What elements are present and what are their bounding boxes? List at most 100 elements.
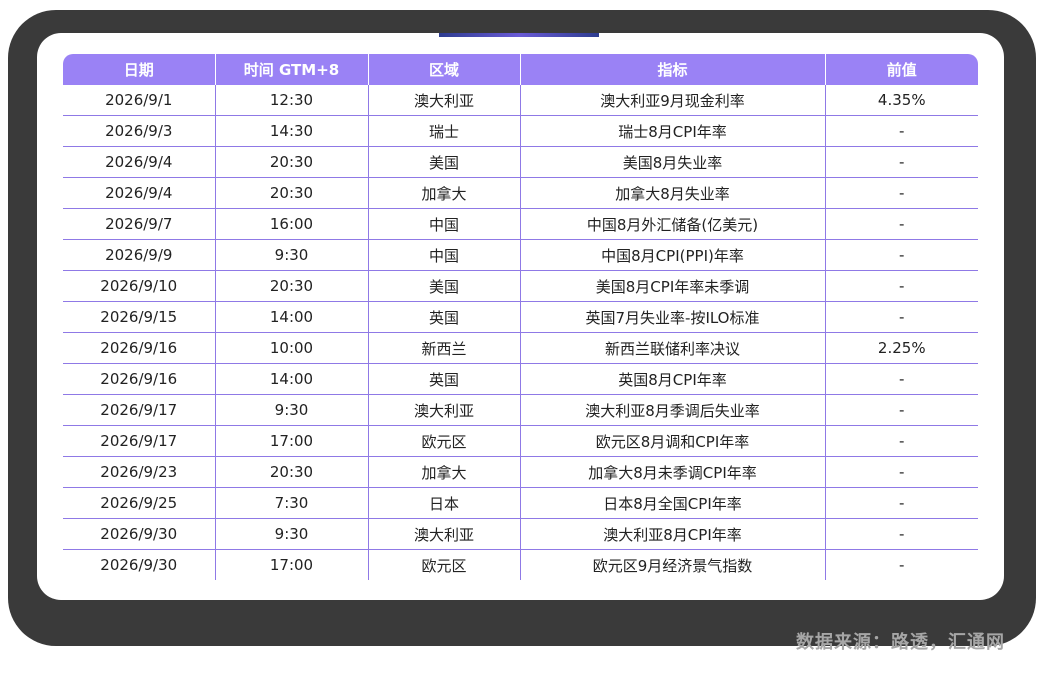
cell-time: 12:30: [214, 85, 368, 116]
cell-region: 中国: [367, 239, 520, 271]
cell-time: 9:30: [214, 394, 368, 426]
cell-previous: -: [824, 208, 978, 240]
cell-region: 欧元区: [367, 549, 520, 580]
table-body: 2026/9/1 12:30 澳大利亚 澳大利亚9月现金利率 4.35% 2026/9/3…: [63, 85, 978, 580]
cell-time: 20:30: [214, 177, 368, 209]
cell-region: 英国: [367, 301, 520, 333]
column-header-date: 日期: [63, 54, 215, 85]
cell-date: 2026/9/16: [63, 363, 215, 395]
table-row: 2026/9/7 16:00 中国 中国8月外汇储备(亿美元) -: [63, 208, 978, 240]
cell-date: 2026/9/3: [63, 115, 215, 147]
cell-indicator: 日本8月全国CPI年率: [519, 487, 825, 519]
cell-region: 中国: [367, 208, 520, 240]
table-row: 2026/9/1 12:30 澳大利亚 澳大利亚9月现金利率 4.35%: [63, 85, 978, 116]
cell-region: 英国: [367, 363, 520, 395]
cell-region: 澳大利亚: [367, 518, 520, 550]
cell-date: 2026/9/7: [63, 208, 215, 240]
table-row: 2026/9/3 14:30 瑞士 瑞士8月CPI年率 -: [63, 115, 978, 147]
cell-time: 14:00: [214, 301, 368, 333]
cell-region: 日本: [367, 487, 520, 519]
cell-previous: -: [824, 425, 978, 457]
cell-region: 新西兰: [367, 332, 520, 364]
cell-region: 瑞士: [367, 115, 520, 147]
cell-region: 美国: [367, 146, 520, 178]
cell-region: 澳大利亚: [367, 85, 520, 116]
cell-region: 欧元区: [367, 425, 520, 457]
column-header-time: 时间 GTM+8: [214, 54, 368, 85]
cell-time: 20:30: [214, 456, 368, 488]
cell-date: 2026/9/23: [63, 456, 215, 488]
cell-time: 7:30: [214, 487, 368, 519]
economic-calendar-table: 日期 时间 GTM+8 区域 指标 前值 2026/9/1 12:30 澳大利亚 澳大…: [63, 54, 978, 580]
cell-previous: 4.35%: [824, 85, 978, 116]
cell-time: 9:30: [214, 518, 368, 550]
cell-date: 2026/9/30: [63, 518, 215, 550]
cell-indicator: 澳大利亚8月季调后失业率: [519, 394, 825, 426]
cell-time: 17:00: [214, 425, 368, 457]
cell-region: 加拿大: [367, 456, 520, 488]
cell-date: 2026/9/4: [63, 177, 215, 209]
cell-indicator: 加拿大8月未季调CPI年率: [519, 456, 825, 488]
table-row: 2026/9/15 14:00 英国 英国7月失业率-按ILO标准 -: [63, 301, 978, 333]
cell-date: 2026/9/17: [63, 425, 215, 457]
cell-indicator: 英国8月CPI年率: [519, 363, 825, 395]
cell-date: 2026/9/10: [63, 270, 215, 302]
cell-time: 10:00: [214, 332, 368, 364]
cell-region: 澳大利亚: [367, 394, 520, 426]
cell-indicator: 中国8月CPI(PPI)年率: [519, 239, 825, 271]
cell-previous: -: [824, 177, 978, 209]
table-row: 2026/9/16 14:00 英国 英国8月CPI年率 -: [63, 363, 978, 395]
cell-indicator: 中国8月外汇储备(亿美元): [519, 208, 825, 240]
table-row: 2026/9/17 17:00 欧元区 欧元区8月调和CPI年率 -: [63, 425, 978, 457]
cell-previous: -: [824, 456, 978, 488]
cell-time: 9:30: [214, 239, 368, 271]
cell-date: 2026/9/30: [100, 556, 178, 574]
table-row: 2026/9/17 9:30 澳大利亚 澳大利亚8月季调后失业率 -: [63, 394, 978, 426]
table-row: 2026/9/23 20:30 加拿大 加拿大8月未季调CPI年率 -: [63, 456, 978, 488]
cell-indicator: 美国8月失业率: [519, 146, 825, 178]
cell-date: 2026/9/4: [63, 146, 215, 178]
column-header-indicator: 指标: [519, 54, 825, 85]
table-row: 2026/9/4 20:30 美国 美国8月失业率 -: [63, 146, 978, 178]
cell-region: 加拿大: [367, 177, 520, 209]
cell-time: 14:00: [214, 363, 368, 395]
cell-indicator: 澳大利亚9月现金利率: [519, 85, 825, 116]
cell-time: 14:30: [214, 115, 368, 147]
cell-indicator: 澳大利亚8月CPI年率: [519, 518, 825, 550]
cell-indicator: 新西兰联储利率决议: [519, 332, 825, 364]
cell-previous: -: [824, 115, 978, 147]
table-row: 2026/9/30 9:30 澳大利亚 澳大利亚8月CPI年率 -: [63, 518, 978, 550]
cell-indicator: 瑞士8月CPI年率: [519, 115, 825, 147]
cell-indicator: 欧元区8月调和CPI年率: [519, 425, 825, 457]
cell-previous: -: [824, 270, 978, 302]
cell-previous: -: [824, 363, 978, 395]
cell-time: 20:30: [214, 146, 368, 178]
cell-previous: 2.25%: [824, 332, 978, 364]
cell-date: 2026/9/9: [63, 239, 215, 271]
cell-previous: -: [824, 549, 978, 580]
source-note: 数据来源：路透，汇通网: [796, 632, 1005, 653]
cell-date: 2026/9/15: [63, 301, 215, 333]
cell-previous: -: [824, 301, 978, 333]
cell-date: 2026/9/17: [63, 394, 215, 426]
table-row: 2026/9/10 20:30 美国 美国8月CPI年率未季调 -: [63, 270, 978, 302]
cell-date: 2026/9/25: [63, 487, 215, 519]
cell-previous: -: [824, 487, 978, 519]
cell-indicator: 加拿大8月失业率: [519, 177, 825, 209]
column-header-region: 区域: [367, 54, 520, 85]
table-row: 2026/9/4 20:30 加拿大 加拿大8月失业率 -: [63, 177, 978, 209]
cell-date: 2026/9/16: [63, 332, 215, 364]
cell-indicator: 欧元区9月经济景气指数: [519, 549, 825, 580]
cell-date: 2026/9/1: [63, 85, 215, 116]
cell-time: 16:00: [214, 208, 368, 240]
column-header-previous: 前值: [824, 54, 978, 85]
cell-previous: -: [824, 146, 978, 178]
cell-time: 17:00: [214, 549, 368, 580]
table-row: 2026/9/16 10:00 新西兰 新西兰联储利率决议 2.25%: [63, 332, 978, 364]
cell-indicator: 美国8月CPI年率未季调: [519, 270, 825, 302]
table-row: 2026/9/30 17:00 欧元区 欧元区9月经济景气指数 -: [63, 549, 978, 580]
cell-indicator: 英国7月失业率-按ILO标准: [519, 301, 825, 333]
table-row: 2026/9/9 9:30 中国 中国8月CPI(PPI)年率 -: [63, 239, 978, 271]
table-header-row: 日期 时间 GTM+8 区域 指标 前值: [63, 54, 978, 85]
cell-previous: -: [824, 518, 978, 550]
